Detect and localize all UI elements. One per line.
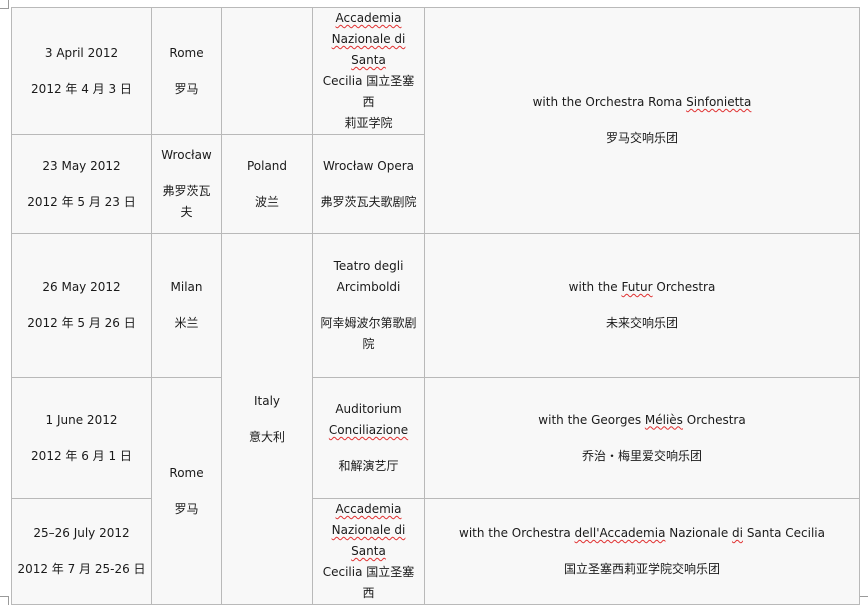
- venue-line: 院: [362, 337, 375, 351]
- country-chinese: 意大利: [248, 429, 285, 444]
- orchestra-cell[interactable]: with the Georges Méliès Orchestra 乔治・梅里爱…: [424, 377, 860, 499]
- date-cell[interactable]: 26 May 2012 2012 年 5 月 26 日: [11, 233, 152, 378]
- venue-english: Wrocław Opera: [322, 158, 415, 173]
- city-chinese: 罗马: [174, 501, 199, 516]
- page-corner-mark-top-left: [0, 0, 9, 9]
- venue-cell[interactable]: Wrocław Opera 弗罗茨瓦夫歌剧院: [312, 134, 425, 234]
- document-page: 3 April 2012 2012 年 4 月 3 日 Rome 罗马 Acca…: [0, 0, 868, 605]
- page-corner-mark-bottom-left: [0, 596, 9, 605]
- venue-cell[interactable]: Accademia Nazionale di Santa Cecilia 国立圣…: [312, 498, 425, 605]
- venue-chinese: 和解演艺厅: [338, 459, 399, 473]
- country-english: Poland: [246, 158, 288, 173]
- date-chinese: 2012 年 7 月 25-26 日: [17, 562, 146, 576]
- country-cell-poland[interactable]: Poland 波兰: [221, 134, 313, 234]
- date-chinese: 2012 年 6 月 1 日: [31, 448, 132, 463]
- venue-line: Auditorium: [335, 402, 402, 416]
- orchestra-name-marked: Méliès: [644, 412, 683, 427]
- venue-line: Teatro degli: [333, 259, 404, 273]
- venue-line: 阿幸姆波尔第歌剧: [320, 316, 417, 330]
- city-chinese: 罗马: [174, 81, 199, 96]
- venue-cell[interactable]: Accademia Nazionale di Santa Cecilia 国立圣…: [312, 7, 425, 135]
- venue-line: Arcimboldi: [336, 280, 401, 294]
- date-english: 26 May 2012: [42, 280, 121, 294]
- city-cell-rome[interactable]: Rome 罗马: [151, 377, 222, 605]
- table-row: 3 April 2012 2012 年 4 月 3 日 Rome 罗马 Acca…: [11, 7, 860, 234]
- venue-line: Cecilia: [322, 565, 363, 579]
- date-chinese: 2012 年 5 月 26 日: [27, 316, 136, 330]
- venue-line: 国立圣塞西: [362, 565, 415, 600]
- orchestra-english: with the Orchestra dell'Accademia Nazion…: [459, 526, 825, 540]
- orchestra-chinese: 乔治・梅里爱交响乐团: [581, 448, 702, 463]
- orchestra-name-marked: Futur: [621, 280, 653, 294]
- orchestra-english: with the Orchestra Roma Sinfonietta: [532, 95, 752, 109]
- country-chinese: 波兰: [254, 194, 279, 209]
- date-cell[interactable]: 3 April 2012 2012 年 4 月 3 日: [11, 7, 152, 135]
- city-english: Rome: [169, 45, 204, 60]
- orchestra-english: with the Georges Méliès Orchestra: [538, 412, 746, 427]
- country-cell-empty[interactable]: [221, 7, 313, 135]
- table-row: 1 June 2012 2012 年 6 月 1 日 Rome 罗马 Audit…: [11, 377, 860, 605]
- orchestra-chinese: 罗马交响乐团: [605, 131, 678, 145]
- city-cell[interactable]: Milan 米兰: [151, 233, 222, 378]
- date-cell[interactable]: 1 June 2012 2012 年 6 月 1 日: [11, 377, 152, 499]
- orchestra-chinese: 国立圣塞西莉亚学院交响乐团: [563, 562, 720, 576]
- venue-line: Nazionale di Santa: [331, 523, 406, 558]
- country-english: Italy: [253, 393, 281, 408]
- orchestra-name-marked: Sinfonietta: [686, 95, 752, 109]
- city-english: Wrocław: [161, 148, 212, 162]
- venue-chinese: 弗罗茨瓦夫歌剧院: [320, 194, 417, 209]
- orchestra-chinese: 未来交响乐团: [605, 316, 678, 330]
- date-chinese: 2012 年 5 月 23 日: [27, 194, 136, 209]
- date-cell[interactable]: 25–26 July 2012 2012 年 7 月 25-26 日: [11, 498, 152, 605]
- date-english: 23 May 2012: [42, 158, 121, 173]
- orchestra-cell[interactable]: with the Futur Orchestra 未来交响乐团: [424, 233, 860, 378]
- venue-line: Nazionale di Santa: [331, 32, 406, 67]
- date-chinese: 2012 年 4 月 3 日: [31, 81, 132, 96]
- orchestra-cell[interactable]: with the Orchestra dell'Accademia Nazion…: [424, 498, 860, 605]
- venue-line: Accademia: [335, 11, 402, 25]
- orchestra-name-marked: di: [732, 526, 743, 540]
- country-cell-italy[interactable]: Italy 意大利: [221, 233, 313, 605]
- venue-line: Accademia: [335, 502, 402, 516]
- city-cell[interactable]: Rome 罗马: [151, 7, 222, 135]
- venue-line: Cecilia: [322, 74, 363, 88]
- city-english: Rome: [169, 465, 204, 480]
- venue-line: 莉亚学院: [344, 116, 393, 130]
- venue-line: 国立圣塞西: [362, 74, 415, 109]
- table-row: 25–26 July 2012 2012 年 7 月 25-26 日 Accad…: [11, 498, 860, 605]
- orchestra-english: with the Futur Orchestra: [568, 280, 716, 294]
- date-english: 25–26 July 2012: [33, 526, 130, 540]
- venue-cell[interactable]: Teatro degli Arcimboldi 阿幸姆波尔第歌剧 院: [312, 233, 425, 378]
- orchestra-cell[interactable]: with the Orchestra Roma Sinfonietta 罗马交响…: [424, 7, 860, 234]
- date-english: 1 June 2012: [45, 412, 118, 427]
- venue-line: Conciliazione: [328, 423, 409, 437]
- orchestra-name-marked: dell'Accademia: [574, 526, 666, 540]
- city-chinese: 米兰: [174, 316, 199, 330]
- venue-cell[interactable]: Auditorium Conciliazione 和解演艺厅: [312, 377, 425, 499]
- table-row: 26 May 2012 2012 年 5 月 26 日 Milan 米兰 Ita…: [11, 233, 860, 605]
- city-chinese: 弗罗茨瓦夫: [162, 184, 211, 219]
- city-cell[interactable]: Wrocław 弗罗茨瓦夫: [151, 134, 222, 234]
- city-english: Milan: [170, 280, 203, 294]
- date-english: 3 April 2012: [44, 45, 119, 60]
- date-cell[interactable]: 23 May 2012 2012 年 5 月 23 日: [11, 134, 152, 234]
- concert-schedule-table: 3 April 2012 2012 年 4 月 3 日 Rome 罗马 Acca…: [11, 7, 860, 605]
